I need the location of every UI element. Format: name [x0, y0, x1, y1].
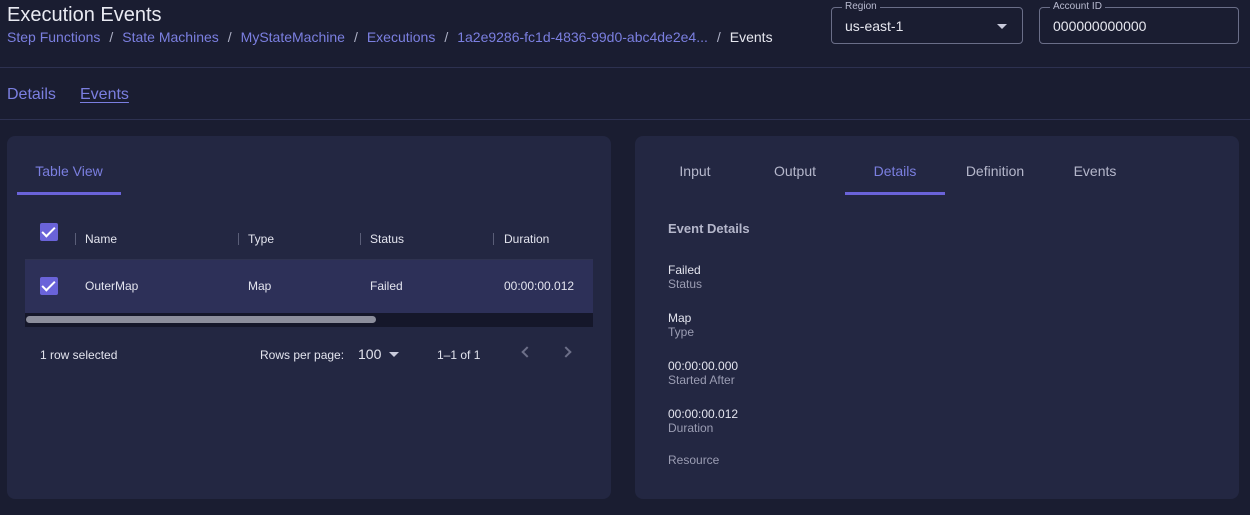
breadcrumb-separator: /: [716, 29, 721, 45]
started-after-value: 00:00:00.000: [668, 359, 739, 373]
breadcrumb-separator: /: [227, 29, 232, 45]
duration-value: 00:00:00.012: [668, 407, 739, 421]
account-id-value: 000000000000: [1053, 18, 1147, 34]
breadcrumb-current: Events: [729, 29, 773, 45]
account-id-label: Account ID: [1050, 1, 1105, 12]
rows-per-page-label: Rows per page:: [260, 348, 345, 362]
table-row[interactable]: OuterMap Map Failed 00:00:00.012: [25, 260, 593, 313]
column-header-status[interactable]: Status: [370, 232, 404, 246]
breadcrumb-execution-id[interactable]: 1a2e9286-fc1d-4836-99d0-abc4de2e4...: [457, 29, 708, 45]
pagination-range: 1–1 of 1: [437, 348, 481, 362]
chevron-left-icon[interactable]: [521, 346, 533, 358]
breadcrumb-executions[interactable]: Executions: [367, 29, 435, 45]
status-label: Status: [668, 277, 703, 291]
breadcrumb-step-functions[interactable]: Step Functions: [7, 29, 100, 45]
region-label: Region: [842, 1, 880, 12]
cell-status: Failed: [370, 279, 403, 293]
scrollbar-thumb[interactable]: [26, 316, 376, 323]
started-after-label: Started After: [668, 373, 735, 387]
tab-input[interactable]: Input: [645, 163, 745, 179]
caret-down-icon[interactable]: [389, 352, 399, 357]
type-label: Type: [668, 325, 695, 339]
tab-table-view[interactable]: Table View: [17, 163, 121, 179]
account-id-field[interactable]: Account ID 000000000000: [1039, 1, 1239, 44]
region-value: us-east-1: [845, 18, 904, 34]
tab-definition[interactable]: Definition: [945, 163, 1045, 179]
column-separator: [360, 233, 361, 245]
column-header-name[interactable]: Name: [85, 232, 117, 246]
column-header-duration[interactable]: Duration: [504, 232, 549, 246]
resource-label: Resource: [668, 453, 720, 467]
horizontal-scrollbar[interactable]: [25, 313, 593, 327]
events-table-panel: Table View Name Type Status Duration Out…: [7, 136, 611, 499]
region-select[interactable]: Region us-east-1: [831, 1, 1023, 44]
chevron-right-icon[interactable]: [560, 346, 572, 358]
caret-down-icon: [997, 24, 1007, 29]
event-details-heading: Event Details: [668, 221, 750, 236]
breadcrumb-state-machine[interactable]: MyStateMachine: [241, 29, 345, 45]
breadcrumb-state-machines[interactable]: State Machines: [122, 29, 219, 45]
duration-label: Duration: [668, 421, 714, 435]
row-checkbox[interactable]: [40, 277, 58, 295]
table-header: Name Type Status Duration: [25, 216, 593, 260]
breadcrumb-separator: /: [109, 29, 114, 45]
cell-name: OuterMap: [85, 279, 139, 293]
column-separator: [493, 233, 494, 245]
status-value: Failed: [668, 263, 701, 277]
tab-events[interactable]: Events: [1045, 163, 1145, 179]
type-value: Map: [668, 311, 692, 325]
breadcrumb-separator: /: [444, 29, 449, 45]
tab-output[interactable]: Output: [745, 163, 845, 179]
selection-count: 1 row selected: [40, 348, 118, 362]
page-header: Execution Events Step Functions / State …: [0, 0, 1250, 68]
column-separator: [75, 233, 76, 245]
column-header-type[interactable]: Type: [248, 232, 274, 246]
event-details-panel: Input Output Details Definition Events E…: [635, 136, 1239, 499]
tab-details[interactable]: Details: [845, 163, 945, 179]
cell-type: Map: [248, 279, 272, 293]
rows-per-page-select[interactable]: 100: [358, 346, 381, 362]
tab-events[interactable]: Events: [80, 86, 129, 104]
active-tab-indicator: [845, 192, 945, 195]
column-separator: [238, 233, 239, 245]
breadcrumb-separator: /: [353, 29, 358, 45]
breadcrumb: Step Functions / State Machines / MyStat…: [7, 29, 773, 45]
select-all-checkbox[interactable]: [40, 223, 58, 241]
cell-duration: 00:00:00.012: [504, 279, 575, 293]
page-title: Execution Events: [7, 4, 162, 26]
tab-details[interactable]: Details: [7, 86, 56, 104]
page-tabs: Details Events: [0, 68, 1250, 120]
active-tab-indicator: [17, 192, 121, 195]
